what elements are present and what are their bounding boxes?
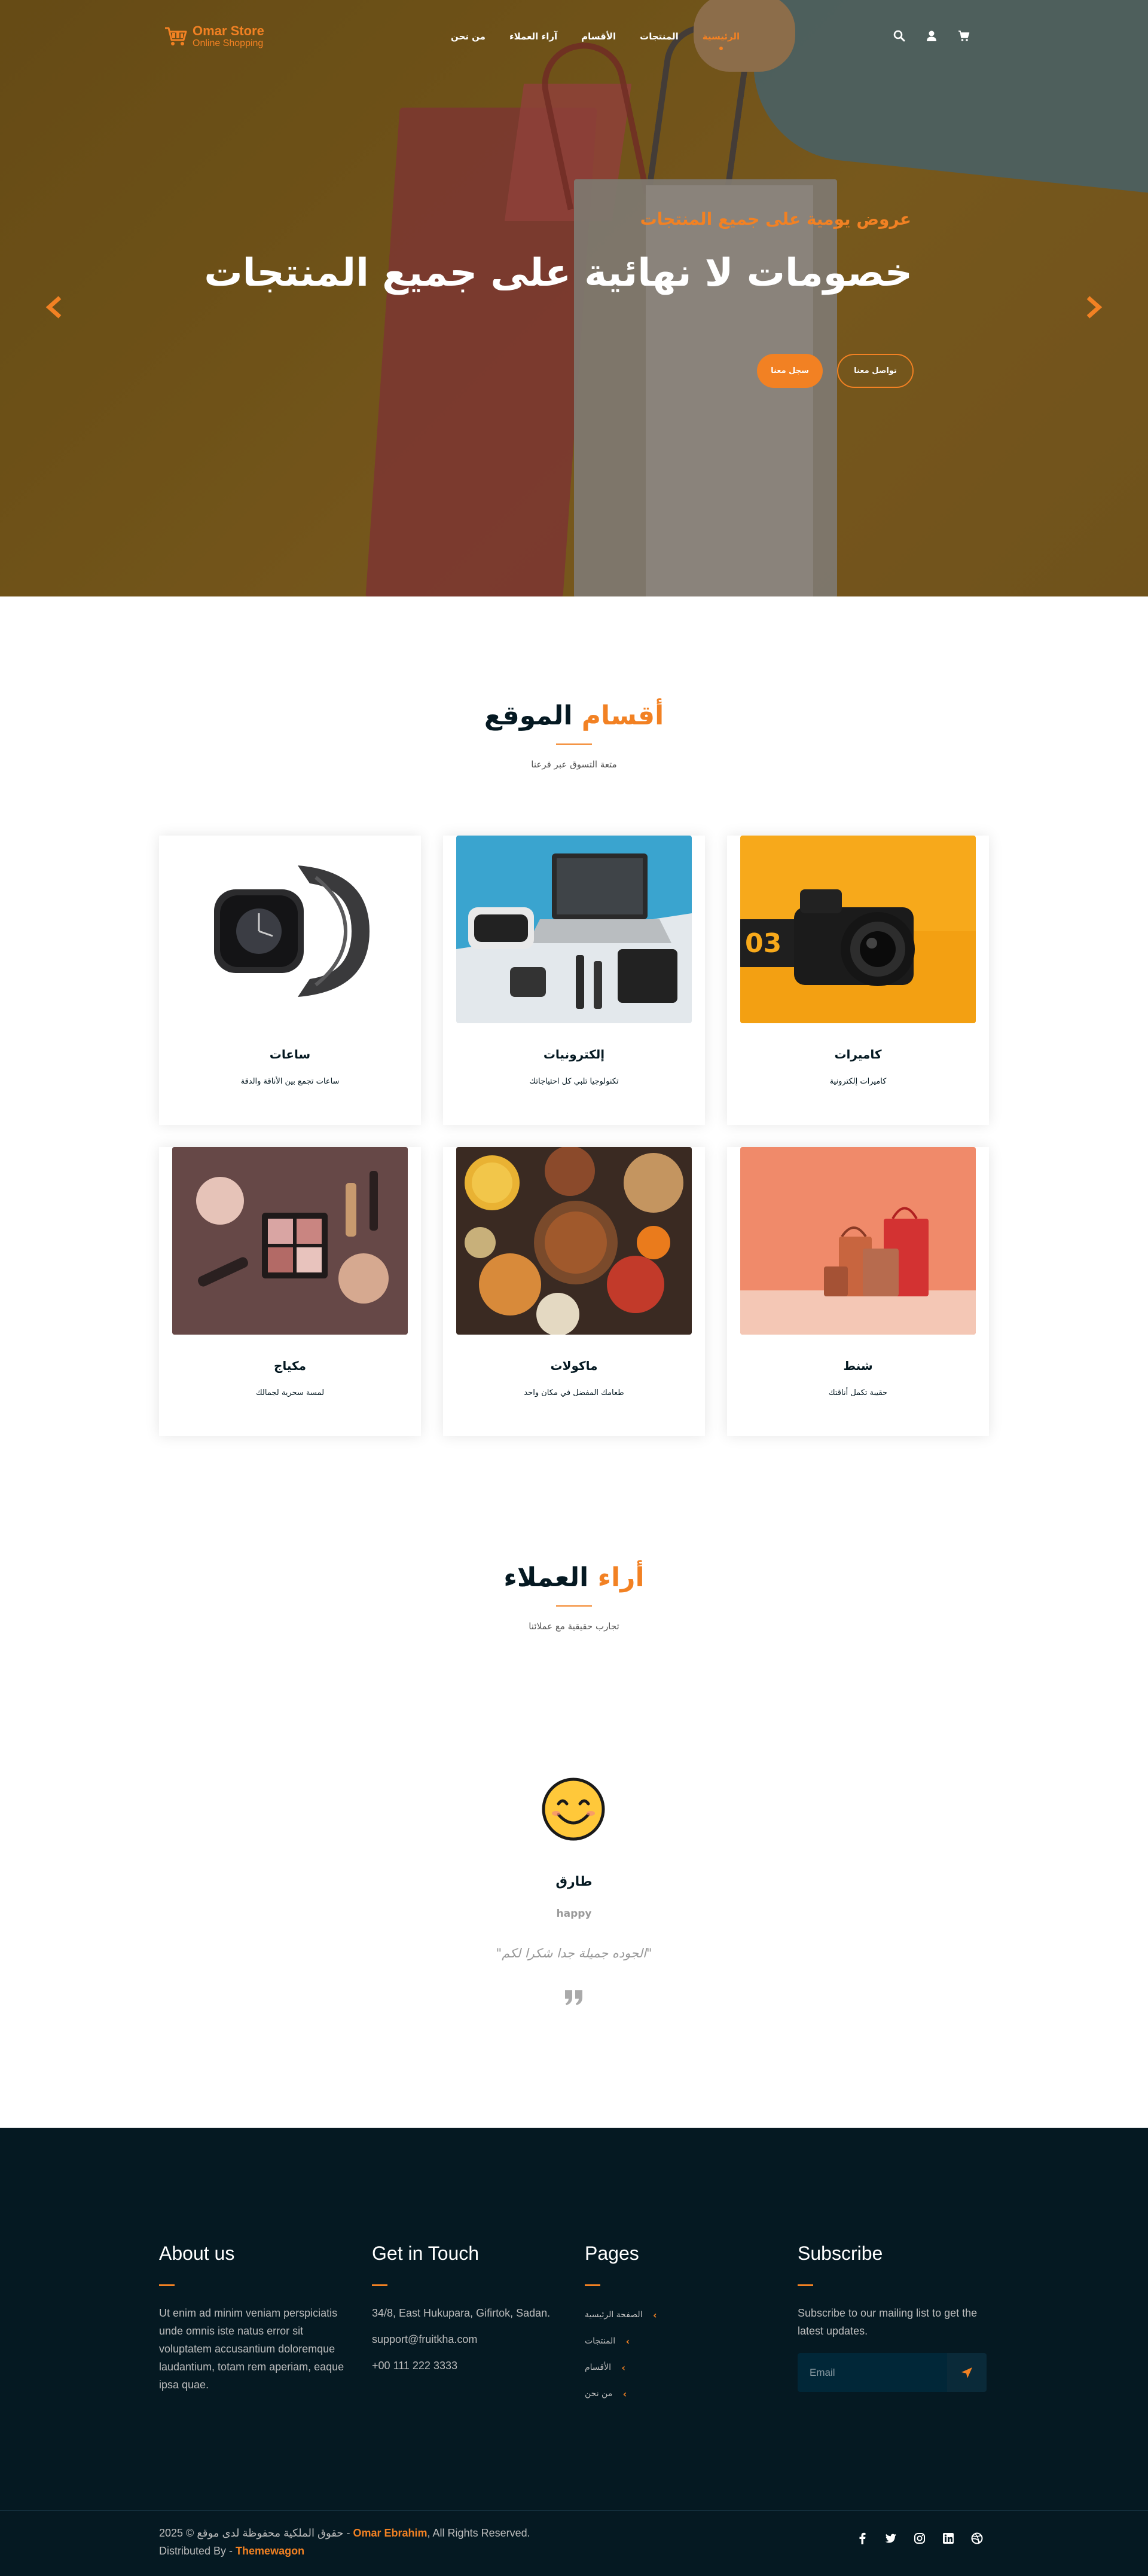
footer-page-link-categories[interactable]: › الأقسام [585, 2354, 704, 2381]
svg-text:03: 03 [745, 928, 781, 959]
hero-title: خصومات لا نهائية على جميع المنتجات [204, 251, 912, 295]
category-card-watches[interactable]: ساعات ساعات تجمع بين الأناقة والدقة [159, 836, 421, 1125]
category-image-electronics [456, 836, 692, 1023]
facebook-icon[interactable] [856, 2532, 868, 2544]
category-description: طعامك المفضل في مكان واحد [524, 1388, 624, 1397]
category-title: ماكولات [550, 1359, 598, 1373]
category-image-cameras: 03 [740, 836, 976, 1023]
carousel-next-arrow-icon[interactable] [1083, 295, 1104, 319]
social-links [856, 2532, 983, 2544]
category-description: تكنولوجيا تلبي كل احتياجاتك [529, 1077, 619, 1086]
category-title: ساعات [269, 1047, 311, 1061]
chevron-right-icon: › [653, 2309, 657, 2321]
chevron-right-icon: › [622, 2388, 627, 2400]
categories-section-subtitle: متعة التسوق عبر فرعنا [531, 759, 617, 770]
main-menu: الرئيسية المنتجات الأقسام آراء العملاء م… [451, 31, 740, 50]
testimonial-quote: "الجوده جميلة جدا شكرا لكم" [496, 1946, 652, 1960]
nav-actions [893, 30, 970, 42]
nav-item-home[interactable]: الرئيسية [703, 31, 740, 50]
category-title: كاميرات [834, 1047, 882, 1061]
category-title: إلكترونيات [543, 1047, 605, 1061]
quote-icon [565, 1990, 582, 2005]
chevron-right-icon: › [625, 2335, 630, 2347]
footer-pages-title: Pages [585, 2242, 639, 2264]
category-description: لمسة سحرية لجمالك [255, 1388, 325, 1397]
send-icon [961, 2367, 972, 2378]
category-card-electronics[interactable]: إلكترونيات تكنولوجيا تلبي كل احتياجاتك [443, 836, 705, 1125]
footer-email-link[interactable]: support@fruitkha.com [372, 2330, 569, 2357]
footer-about: About us Ut enim ad minim veniam perspic… [159, 2242, 356, 2394]
footer-phone: +00 111 222 3333 [372, 2360, 457, 2372]
category-card-cameras[interactable]: 03 كاميرات كاميرات إلكترونية [727, 836, 989, 1125]
category-image-food [456, 1147, 692, 1335]
testimonial-author-role: happy [556, 1908, 592, 1920]
hero-subtitle: عروض يومية على جميع المنتجات [640, 209, 911, 229]
testimonials-section-subtitle: تجارب حقيقية مع عملائنا [529, 1621, 619, 1632]
category-description: ساعات تجمع بين الأناقة والدقة [240, 1077, 340, 1086]
testimonial-author-name: طارق [555, 1874, 593, 1889]
footer-contact: Get in Touch 34/8, East Hukupara, Gifirt… [372, 2242, 569, 2383]
smiling-face-icon [542, 1777, 605, 1841]
dribbble-icon[interactable] [971, 2532, 983, 2544]
footer-about-text: Ut enim ad minim veniam perspiciatis und… [159, 2307, 344, 2391]
footer-subscribe-title: Subscribe [798, 2242, 883, 2264]
email-input[interactable]: Email [798, 2353, 947, 2392]
category-description: كاميرات إلكترونية [829, 1077, 887, 1086]
copyright-bar: 2025 © حقوق الملكية محفوظة لدى موقع - Om… [0, 2510, 1148, 2576]
section-title-underline [556, 1605, 592, 1607]
brand-tagline: Online Shopping [193, 38, 264, 48]
instagram-icon[interactable] [914, 2532, 926, 2544]
category-card-makeup[interactable]: مكياج لمسة سحرية لجمالك [159, 1147, 421, 1436]
cart-logo-icon [165, 27, 187, 45]
footer-page-link-products[interactable]: › المنتجات [585, 2328, 704, 2354]
search-icon[interactable] [893, 30, 905, 42]
category-description: حقيبة تكمل أناقتك [828, 1388, 888, 1397]
twitter-icon[interactable] [885, 2532, 897, 2544]
site-logo[interactable]: Omar Store Online Shopping [164, 24, 264, 49]
testimonials-section-title: أراء العملاء [503, 1562, 645, 1593]
category-title: مكياج [273, 1359, 307, 1373]
category-card-food[interactable]: ماكولات طعامك المفضل في مكان واحد [443, 1147, 705, 1436]
section-title-underline [556, 744, 592, 745]
category-image-watches [172, 836, 408, 1023]
nav-item-categories[interactable]: الأقسام [581, 31, 616, 42]
contact-button[interactable]: تواصل معنا [837, 354, 914, 388]
user-icon[interactable] [926, 30, 938, 42]
subscribe-form: Email [798, 2353, 995, 2392]
brand-name: Omar Store [193, 23, 264, 38]
chevron-right-icon: › [621, 2361, 625, 2373]
footer: About us Ut enim ad minim veniam perspic… [0, 2128, 1148, 2510]
categories-section-title: أقسام الموقع [484, 700, 664, 731]
category-image-bags [740, 1147, 976, 1335]
top-navigation: Omar Store Online Shopping الرئيسية المن… [0, 0, 1148, 75]
nav-item-reviews[interactable]: آراء العملاء [509, 31, 557, 42]
footer-address: 34/8, East Hukupara, Gifirtok, Sadan. [372, 2307, 551, 2319]
author-link[interactable]: Omar Ebrahim [353, 2527, 428, 2539]
category-title: شنط [843, 1359, 873, 1373]
nav-item-about[interactable]: من نحن [451, 31, 486, 42]
nav-item-products[interactable]: المنتجات [640, 31, 679, 42]
footer-about-title: About us [159, 2242, 235, 2264]
copyright-text: 2025 © حقوق الملكية محفوظة لدى موقع - Om… [159, 2527, 530, 2557]
hero-banner: Omar Store Online Shopping الرئيسية المن… [0, 0, 1148, 596]
category-card-bags[interactable]: شنط حقيبة تكمل أناقتك [727, 1147, 989, 1436]
cart-icon[interactable] [958, 30, 970, 42]
hero-actions: سجل معنا تواصل معنا [757, 354, 914, 388]
footer-page-link-about[interactable]: › من نحن [585, 2381, 704, 2407]
register-button[interactable]: سجل معنا [757, 354, 823, 388]
footer-page-link-home[interactable]: › الصفحة الرئيسية [585, 2302, 704, 2328]
distributor-link[interactable]: Themewagon [236, 2545, 304, 2557]
carousel-prev-arrow-icon[interactable] [44, 295, 65, 319]
footer-subscribe-text: Subscribe to our mailing list to get the… [798, 2307, 978, 2337]
footer-contact-title: Get in Touch [372, 2242, 480, 2264]
category-image-makeup [172, 1147, 408, 1335]
linkedin-icon[interactable] [942, 2532, 954, 2544]
subscribe-button[interactable] [947, 2353, 987, 2392]
footer-pages: Pages › الصفحة الرئيسية › المنتجات › الأقسا… [585, 2242, 704, 2407]
footer-subscribe: Subscribe Subscribe to our mailing list … [798, 2242, 995, 2392]
